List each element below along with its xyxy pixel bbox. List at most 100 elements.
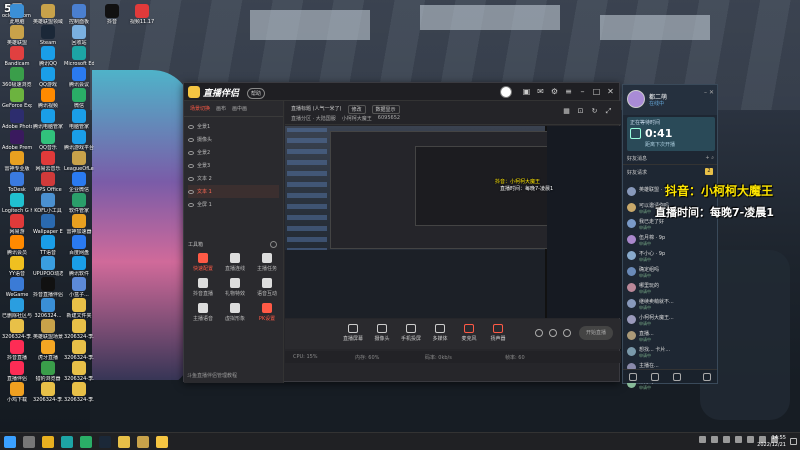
list-item[interactable]: 伍月棉 · 9p 申请中 [625, 233, 717, 249]
desktop-icon[interactable]: 腾讯视频 [33, 88, 63, 109]
menu-icon[interactable]: ≡ [564, 87, 573, 96]
tool-item[interactable]: 快速配置 [187, 253, 219, 272]
desktop-icon[interactable]: 3206324-李... [33, 382, 63, 403]
desktop-icon[interactable]: 腾讯游戏平台... [64, 130, 94, 151]
scene-item[interactable]: 全景1 [188, 120, 279, 133]
desktop-icon[interactable]: 3206324-李... [64, 340, 94, 361]
desktop-icon[interactable]: QQ音乐 [33, 130, 63, 151]
desktop-icon[interactable]: Adobe Premier... [2, 130, 32, 151]
tray-icon[interactable] [699, 436, 706, 443]
search-icon[interactable]: ⌕ [711, 155, 714, 161]
desktop-icon[interactable]: WPS Office [33, 172, 63, 193]
desktop-icon[interactable]: YY语音 [2, 256, 32, 277]
control-speaker[interactable]: 扬声器 [488, 324, 508, 342]
folder-icon[interactable] [673, 373, 681, 381]
desktop-icon[interactable]: 腾讯QQ [33, 46, 63, 67]
tool-item[interactable]: 抖音直播 [187, 278, 219, 297]
desktop-icon[interactable]: UPUPOO动态桌面 [33, 256, 63, 277]
tool-item[interactable]: 主播语音 [187, 303, 219, 322]
desktop-icon[interactable]: 雷神加速器 [64, 214, 94, 235]
desktop-icon[interactable]: Steam [33, 25, 63, 46]
tray-icon[interactable] [747, 436, 754, 443]
scene-item-selected[interactable]: 文本 1 [188, 185, 279, 198]
eye-icon[interactable] [188, 137, 194, 142]
notification-icon[interactable] [790, 438, 797, 445]
desktop-icon[interactable]: 新建文件夹 [64, 298, 94, 319]
search-icon[interactable] [23, 436, 35, 448]
desktop-icon[interactable]: 小鸡下载 [2, 382, 32, 403]
pause-icon[interactable] [549, 329, 557, 337]
scene-item[interactable]: 摄像头 [188, 133, 279, 146]
desktop-icon[interactable]: 百度网盘 [64, 235, 94, 256]
fullscreen-icon[interactable]: ⤢ [604, 107, 613, 116]
eye-icon[interactable] [188, 189, 194, 194]
tray-icon[interactable] [711, 436, 718, 443]
tab-friends[interactable]: 好友消息 [627, 156, 647, 162]
desktop-icon[interactable]: 抖音直播 [2, 340, 32, 361]
list-item[interactable]: 哪里玩的 申请中 [625, 281, 717, 297]
gift-icon[interactable]: ▣ [522, 87, 531, 96]
desktop-icon[interactable]: ToDesk [2, 172, 32, 193]
desktop-icon[interactable]: 3206324-李... [64, 361, 94, 382]
scene-item[interactable]: 文本 2 [188, 172, 279, 185]
menu-icon[interactable] [703, 373, 711, 381]
desktop-icon[interactable]: 腾讯软件 [64, 256, 94, 277]
control-camera[interactable]: 摄像头 [372, 324, 392, 342]
eye-icon[interactable] [188, 163, 194, 168]
desktop-icon[interactable]: 腾讯电脑管家 [33, 109, 63, 130]
minimize-icon[interactable]: – [578, 87, 587, 96]
toolbox-settings-icon[interactable] [270, 241, 277, 248]
minimize-icon[interactable]: – [704, 89, 707, 96]
desktop-icon[interactable]: 英雄联盟领域 bgm [33, 4, 63, 25]
wechat-icon[interactable] [80, 436, 92, 448]
control-microphone[interactable]: 麦克风 [459, 324, 479, 342]
list-item[interactable]: 确定组吗 申请中 [625, 265, 717, 281]
desktop-icon[interactable]: Wallpaper Engine:... [33, 214, 63, 235]
avatar[interactable] [627, 90, 645, 108]
desktop-icon[interactable]: 控制面板 [64, 4, 94, 25]
league-icon[interactable] [137, 436, 149, 448]
stream-preview[interactable]: 抖音：小柯柯大魔王 直播时间：每晚7-凌晨1 [285, 126, 621, 318]
control-phone-cast[interactable]: 手机投屏 [401, 324, 421, 342]
desktop-icon[interactable]: 虎牙直播 [33, 340, 63, 361]
desktop-icon[interactable]: 3206324-李... [64, 382, 94, 403]
contacts-icon[interactable] [651, 373, 659, 381]
desktop-icon[interactable]: TT语音 [33, 235, 63, 256]
desktop-icon[interactable]: 抖音直播伴侣 [33, 277, 63, 298]
list-item[interactable]: 不小心 · 9p 申请中 [625, 249, 717, 265]
data-display-button[interactable]: 数据显示 [371, 105, 400, 114]
left-bottom-link[interactable]: 斗鱼直播伴侣管理教程 [187, 372, 281, 379]
list-item[interactable]: 想找... 卡片... 申请中 [625, 345, 717, 361]
edit-button[interactable]: 修改 [347, 105, 366, 114]
tray-icon[interactable] [723, 436, 730, 443]
desktop-icon[interactable]: 企业微信 [64, 172, 94, 193]
edge-icon[interactable] [61, 436, 73, 448]
tab-scene[interactable]: 场景切换 [190, 105, 210, 112]
chrome-icon[interactable] [42, 436, 54, 448]
tool-item[interactable]: 直播连线 [219, 253, 251, 272]
scene-item[interactable]: 全景3 [188, 159, 279, 172]
desktop-icon[interactable]: 3206324-李... [64, 319, 94, 340]
desktop-icon[interactable]: 3206324-李... [2, 319, 32, 340]
tool-item[interactable]: PK设置 [251, 303, 283, 322]
eye-icon[interactable] [188, 150, 194, 155]
settings-icon[interactable]: ⚙ [550, 87, 559, 96]
close-icon[interactable]: ✕ [709, 89, 714, 96]
tool-item[interactable]: 虚拟形象 [219, 303, 251, 322]
clock[interactable]: 14:55 2022/12/21 [757, 435, 786, 449]
list-item[interactable]: 直播... 申请中 [625, 329, 717, 345]
lock-icon[interactable]: ⊡ [576, 107, 585, 116]
windows-icon[interactable] [4, 436, 16, 448]
desktop-icon[interactable]: WeGame [2, 277, 32, 298]
desktop-icon[interactable]: 软件管家 [64, 193, 94, 214]
refresh-icon[interactable]: ↻ [590, 107, 599, 116]
desktop-icon[interactable]: 3206324... [33, 298, 63, 319]
start-live-button[interactable]: 开始直播 [579, 326, 613, 340]
explorer-icon[interactable] [118, 436, 130, 448]
desktop-icon[interactable]: GeForce Experience [2, 88, 32, 109]
help-button[interactable]: 帮助 [247, 88, 266, 99]
app-icon[interactable] [156, 436, 168, 448]
eye-icon[interactable] [188, 202, 194, 207]
add-friend-icon[interactable]: + [705, 155, 709, 161]
list-item[interactable]: 继续卖萌就不... 申请中 [625, 297, 717, 313]
